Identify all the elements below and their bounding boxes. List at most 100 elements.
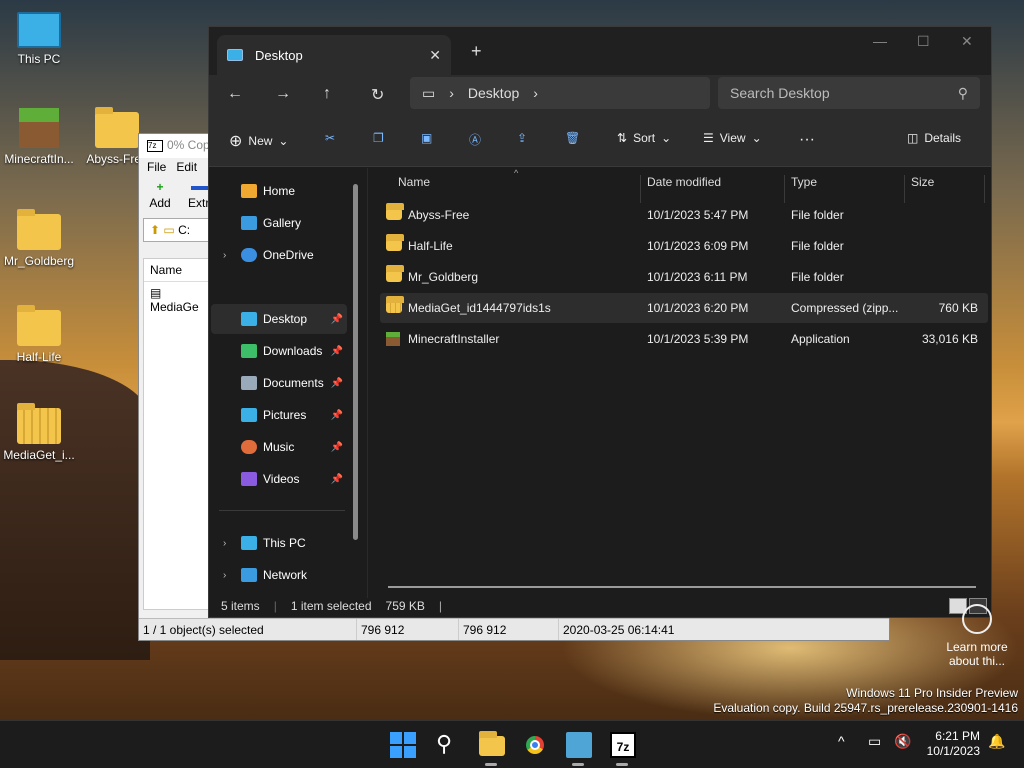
sidebar-item-pictures[interactable]: Pictures 📌 (211, 400, 347, 430)
cut-icon[interactable]: ✂ (325, 131, 335, 145)
list-item[interactable]: ▤ MediaGe (144, 282, 212, 318)
column-type[interactable]: Type (791, 175, 817, 189)
share-icon[interactable]: ⇪ (517, 131, 527, 145)
plus-icon: + (156, 180, 164, 194)
desktop-icon-this-pc[interactable]: This PC (0, 12, 78, 66)
desktop-icon-minecraft[interactable]: MinecraftIn... (0, 108, 78, 166)
search-input[interactable]: Search Desktop ⚲ (718, 77, 980, 109)
table-row[interactable]: MinecraftInstaller 10/1/2023 5:39 PM Appli… (380, 324, 988, 354)
desktop-icon-half-life[interactable]: Half-Life (0, 305, 78, 364)
desktop-icon-mr-goldberg[interactable]: Mr_Goldberg (0, 209, 78, 268)
column-name[interactable]: Name (144, 259, 212, 282)
search-icon[interactable]: ⚲ (436, 732, 462, 758)
clock[interactable]: 6:21 PM 10/1/2023 (927, 729, 980, 759)
sort-button[interactable]: ⇅ Sort ⌄ (617, 131, 671, 145)
explorer-window[interactable]: Desktop ✕ + — ☐ ✕ ← → ↑ ↻ ▭ › Desktop › S… (208, 26, 992, 618)
sidebar-item-gallery[interactable]: Gallery (211, 208, 347, 238)
file-explorer-icon[interactable] (479, 731, 505, 756)
back-icon[interactable]: ← (227, 85, 243, 103)
pin-icon[interactable]: 📌 (331, 410, 343, 421)
sidebar-item-desktop[interactable]: Desktop 📌 (211, 304, 347, 334)
forward-icon[interactable]: → (275, 85, 291, 103)
details-button[interactable]: ◫ Details (907, 131, 961, 145)
column-divider[interactable] (904, 175, 905, 203)
copy-icon[interactable]: ❐ (373, 131, 384, 145)
sidebar-item-onedrive[interactable]: › OneDrive (211, 240, 347, 270)
nav-bar: ← → ↑ ↻ ▭ › Desktop › Search Desktop ⚲ (209, 75, 991, 113)
monitor-app-icon[interactable] (566, 732, 592, 758)
zip-folder-icon (386, 296, 404, 313)
network-tray-icon[interactable]: ▭ (868, 733, 881, 750)
address-bar[interactable]: ▭ › Desktop › (410, 77, 710, 109)
sidebar-item-documents[interactable]: Documents 📌 (211, 368, 347, 398)
menu-file[interactable]: File (147, 160, 166, 174)
sidebar-item-network[interactable]: › Network (211, 560, 347, 590)
column-date[interactable]: Date modified (647, 175, 721, 189)
chevron-right-icon[interactable]: › (223, 570, 226, 581)
menu-edit[interactable]: Edit (176, 160, 197, 174)
monitor-icon (241, 536, 257, 550)
refresh-icon[interactable]: ↻ (371, 85, 384, 105)
rename-icon[interactable]: Ⓐ (469, 131, 481, 148)
new-button[interactable]: ⊕ New ⌄ (229, 131, 288, 151)
column-divider[interactable] (784, 175, 785, 203)
chevron-down-icon: ⌄ (751, 131, 762, 145)
tab-desktop[interactable]: Desktop ✕ (217, 35, 451, 75)
column-name[interactable]: Name (398, 175, 430, 189)
table-row[interactable]: Mr_Goldberg 10/1/2023 6:11 PM File folder (380, 262, 988, 292)
chevron-right-icon[interactable]: › (223, 538, 226, 549)
folder-icon (17, 305, 61, 346)
learn-more-widget[interactable]: Learn more about thi... (942, 604, 1012, 668)
more-options-button[interactable]: ··· (799, 131, 815, 149)
sidebar-scrollbar[interactable] (353, 168, 359, 588)
sidebar-item-downloads[interactable]: Downloads 📌 (211, 336, 347, 366)
close-button[interactable]: ✕ (961, 33, 973, 50)
watermark-line1: Windows 11 Pro Insider Preview (846, 686, 1018, 700)
pin-icon[interactable]: 📌 (331, 474, 343, 485)
pin-icon[interactable]: 📌 (331, 442, 343, 453)
volume-muted-icon[interactable]: 🔇 (894, 733, 911, 750)
view-button[interactable]: ☰ View ⌄ (703, 131, 762, 145)
breadcrumb[interactable]: Desktop (468, 85, 519, 101)
video-icon (241, 472, 257, 486)
chrome-icon[interactable] (522, 732, 548, 758)
sidebar-item-this-pc[interactable]: › This PC (211, 528, 347, 558)
delete-icon[interactable]: 🗑 (565, 131, 580, 145)
table-row[interactable]: MediaGet_id1444797ids1s 10/1/2023 6:20 PM… (380, 293, 988, 323)
monitor-icon (17, 12, 61, 48)
chevron-up-icon[interactable]: ^ (838, 733, 845, 749)
folder-icon (386, 265, 404, 282)
notification-bell-icon[interactable]: 🔔 (988, 733, 1005, 750)
add-button[interactable]: + Add (145, 178, 175, 214)
paste-icon[interactable]: ▣ (421, 131, 432, 145)
pin-icon[interactable]: 📌 (331, 378, 343, 389)
sidebar-item-home[interactable]: Home (211, 176, 347, 206)
desktop-icon (241, 312, 257, 326)
horizontal-scrollbar[interactable] (388, 586, 976, 588)
start-icon[interactable] (390, 732, 416, 758)
sidebar-item-videos[interactable]: Videos 📌 (211, 464, 347, 494)
sevenzip-file-list[interactable]: Name ▤ MediaGe (143, 258, 213, 610)
pin-icon[interactable]: 📌 (331, 314, 343, 325)
column-divider[interactable] (640, 175, 641, 203)
close-tab-icon[interactable]: ✕ (429, 47, 441, 64)
desktop-icon-mediaget[interactable]: MediaGet_i... (0, 403, 78, 462)
chevron-right-icon[interactable]: › (223, 250, 226, 261)
scrollbar-thumb[interactable] (353, 184, 358, 540)
minimize-button[interactable]: — (873, 33, 887, 49)
view-icon: ☰ (703, 131, 714, 145)
pin-icon[interactable]: 📌 (331, 346, 343, 357)
column-divider[interactable] (984, 175, 985, 203)
watermark-line2: Evaluation copy. Build 25947.rs_prerelea… (713, 701, 1018, 715)
running-indicator (485, 763, 497, 766)
table-row[interactable]: Half-Life 10/1/2023 6:09 PM File folder (380, 231, 988, 261)
new-tab-button[interactable]: + (471, 41, 482, 62)
column-size[interactable]: Size (911, 175, 934, 189)
up-icon[interactable]: ↑ (323, 85, 331, 103)
sidebar-item-music[interactable]: Music 📌 (211, 432, 347, 462)
maximize-button[interactable]: ☐ (917, 33, 930, 50)
home-icon (241, 184, 257, 198)
document-icon (241, 376, 257, 390)
table-row[interactable]: Abyss-Free 10/1/2023 5:47 PM File folder (380, 200, 988, 230)
sevenzip-taskbar-icon[interactable]: 7z (610, 732, 636, 758)
